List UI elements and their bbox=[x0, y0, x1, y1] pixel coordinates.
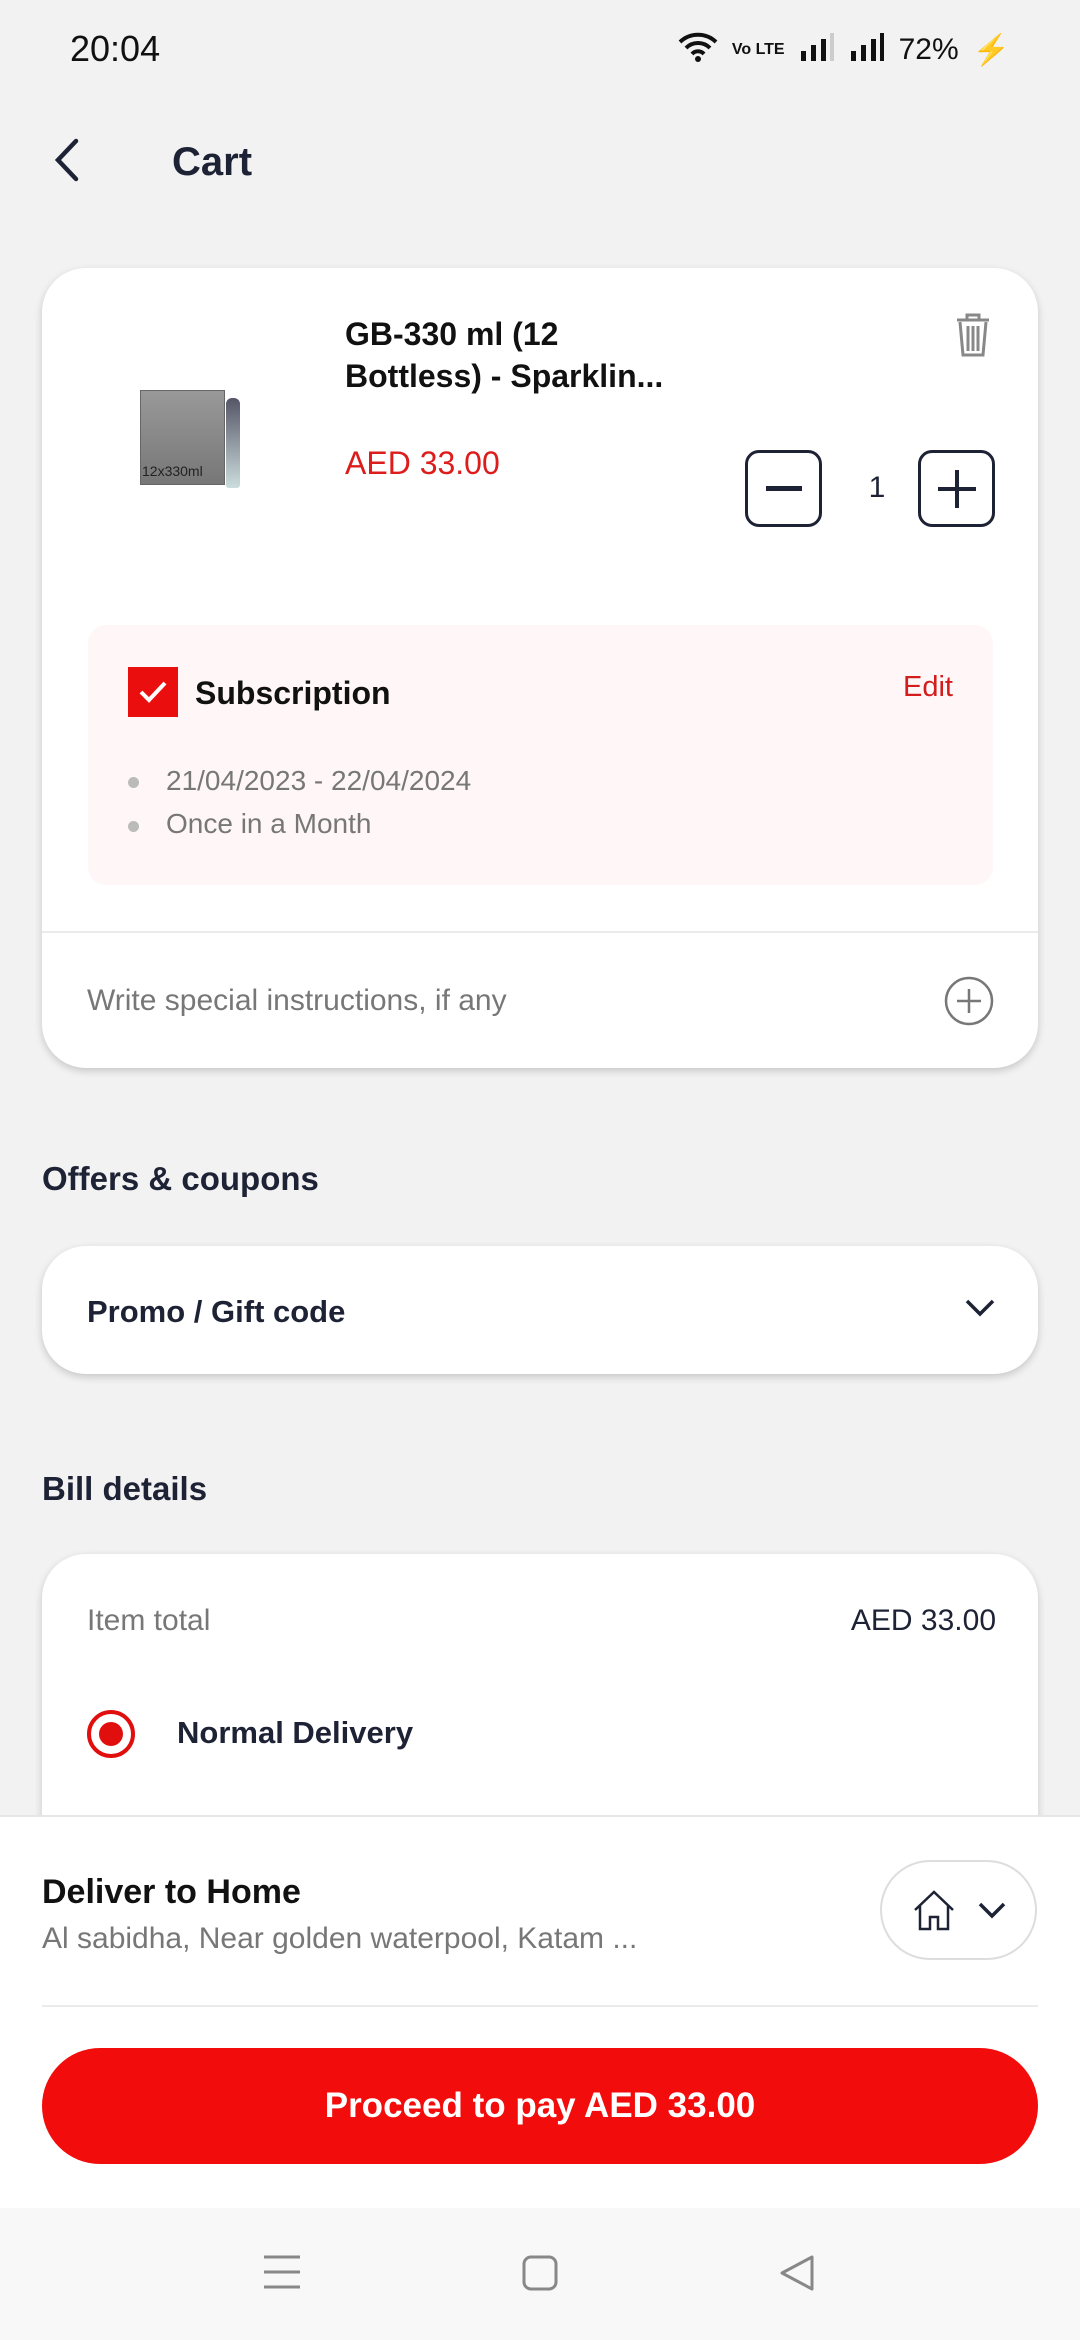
item-total-label: Item total bbox=[87, 1604, 211, 1637]
delivery-address: Al sabidha, Near golden waterpool, Katam… bbox=[42, 1922, 638, 1955]
wifi-icon bbox=[678, 30, 718, 70]
divider bbox=[42, 2005, 1038, 2007]
cart-item-card: 12x330ml GB-330 ml (12 Bottless) - Sparkl… bbox=[42, 268, 1038, 1068]
address-type-selector[interactable] bbox=[880, 1860, 1037, 1960]
add-instructions-button[interactable] bbox=[943, 975, 995, 1032]
subscription-label: Subscription bbox=[195, 675, 391, 711]
subscription-frequency: Once in a Month bbox=[166, 808, 372, 839]
chevron-down-icon bbox=[978, 1902, 1005, 1919]
page-title: Cart bbox=[172, 140, 253, 184]
signal-icon bbox=[799, 31, 835, 69]
home-icon bbox=[913, 1890, 954, 1931]
normal-delivery-label: Normal Delivery bbox=[177, 1715, 414, 1750]
volte-icon: Vo LTE bbox=[731, 41, 785, 58]
subscription-dates: 21/04/2023 - 22/04/2024 bbox=[166, 765, 472, 796]
battery-text: 72% bbox=[898, 33, 959, 66]
item-total-value: AED 33.00 bbox=[850, 1604, 996, 1637]
back-nav-icon[interactable] bbox=[778, 2254, 818, 2292]
increase-quantity-button[interactable] bbox=[918, 450, 995, 527]
normal-delivery-radio[interactable] bbox=[85, 1708, 137, 1765]
proceed-to-pay-button[interactable]: Proceed to pay AED 33.00 bbox=[42, 2048, 1038, 2164]
divider bbox=[42, 931, 1038, 933]
status-time: 20:04 bbox=[70, 28, 161, 69]
menu-icon[interactable] bbox=[262, 2254, 302, 2290]
home-nav-icon[interactable] bbox=[521, 2254, 559, 2292]
charging-icon: ⚡ bbox=[972, 33, 1010, 67]
status-icons: Vo LTE 72% ⚡ bbox=[678, 30, 1010, 70]
minus-icon bbox=[765, 485, 802, 491]
system-nav-bar bbox=[0, 2208, 1080, 2340]
delete-button[interactable] bbox=[954, 312, 992, 363]
bill-heading: Bill details bbox=[42, 1470, 208, 1507]
trash-icon bbox=[957, 313, 989, 357]
bullet bbox=[128, 821, 139, 832]
edit-subscription-link[interactable]: Edit bbox=[903, 671, 953, 704]
radio-selected-icon bbox=[87, 1710, 135, 1758]
product-image: 12x330ml bbox=[92, 388, 242, 513]
delivery-title: Deliver to Home bbox=[42, 1873, 301, 1911]
offers-heading: Offers & coupons bbox=[42, 1160, 319, 1197]
back-button[interactable] bbox=[48, 135, 88, 190]
chevron-down-icon bbox=[965, 1299, 995, 1317]
back-arrow-icon bbox=[54, 138, 79, 182]
quantity-value: 1 bbox=[868, 471, 886, 504]
special-instructions-input[interactable]: Write special instructions, if any bbox=[87, 984, 507, 1018]
decrease-quantity-button[interactable] bbox=[745, 450, 822, 527]
plus-circle-icon bbox=[944, 976, 994, 1026]
signal-icon bbox=[849, 31, 885, 69]
product-price: AED 33.00 bbox=[345, 445, 500, 481]
plus-icon bbox=[937, 469, 976, 508]
bullet bbox=[128, 777, 139, 788]
subscription-box: Subscription Edit 21/04/2023 - 22/04/202… bbox=[88, 625, 993, 885]
subscription-checkbox[interactable] bbox=[128, 667, 178, 717]
check-icon bbox=[139, 681, 167, 703]
product-name: GB-330 ml (12 Bottless) - Sparklin... bbox=[345, 316, 664, 394]
promo-code-dropdown[interactable]: Promo / Gift code bbox=[42, 1246, 1038, 1374]
